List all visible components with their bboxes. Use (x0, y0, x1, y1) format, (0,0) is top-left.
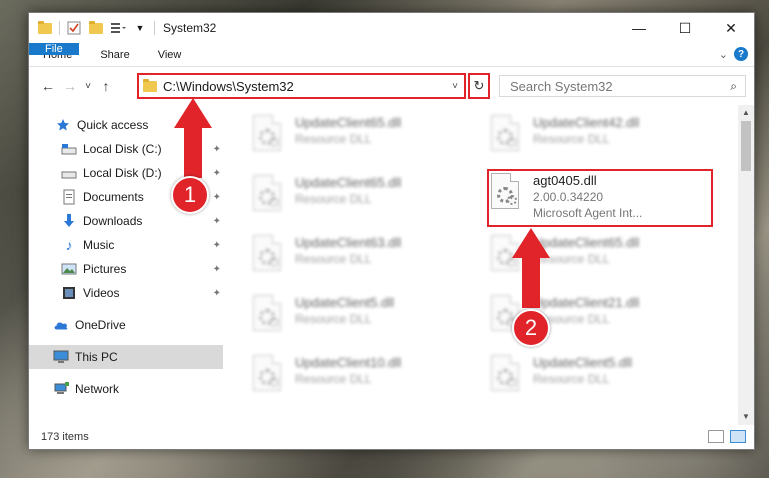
annotation-arrows (174, 98, 550, 308)
step-badge-2: 2 (512, 309, 550, 347)
arrow-1-icon (174, 98, 212, 178)
step-badge-1: 1 (171, 176, 209, 214)
arrow-2-icon (512, 228, 550, 308)
